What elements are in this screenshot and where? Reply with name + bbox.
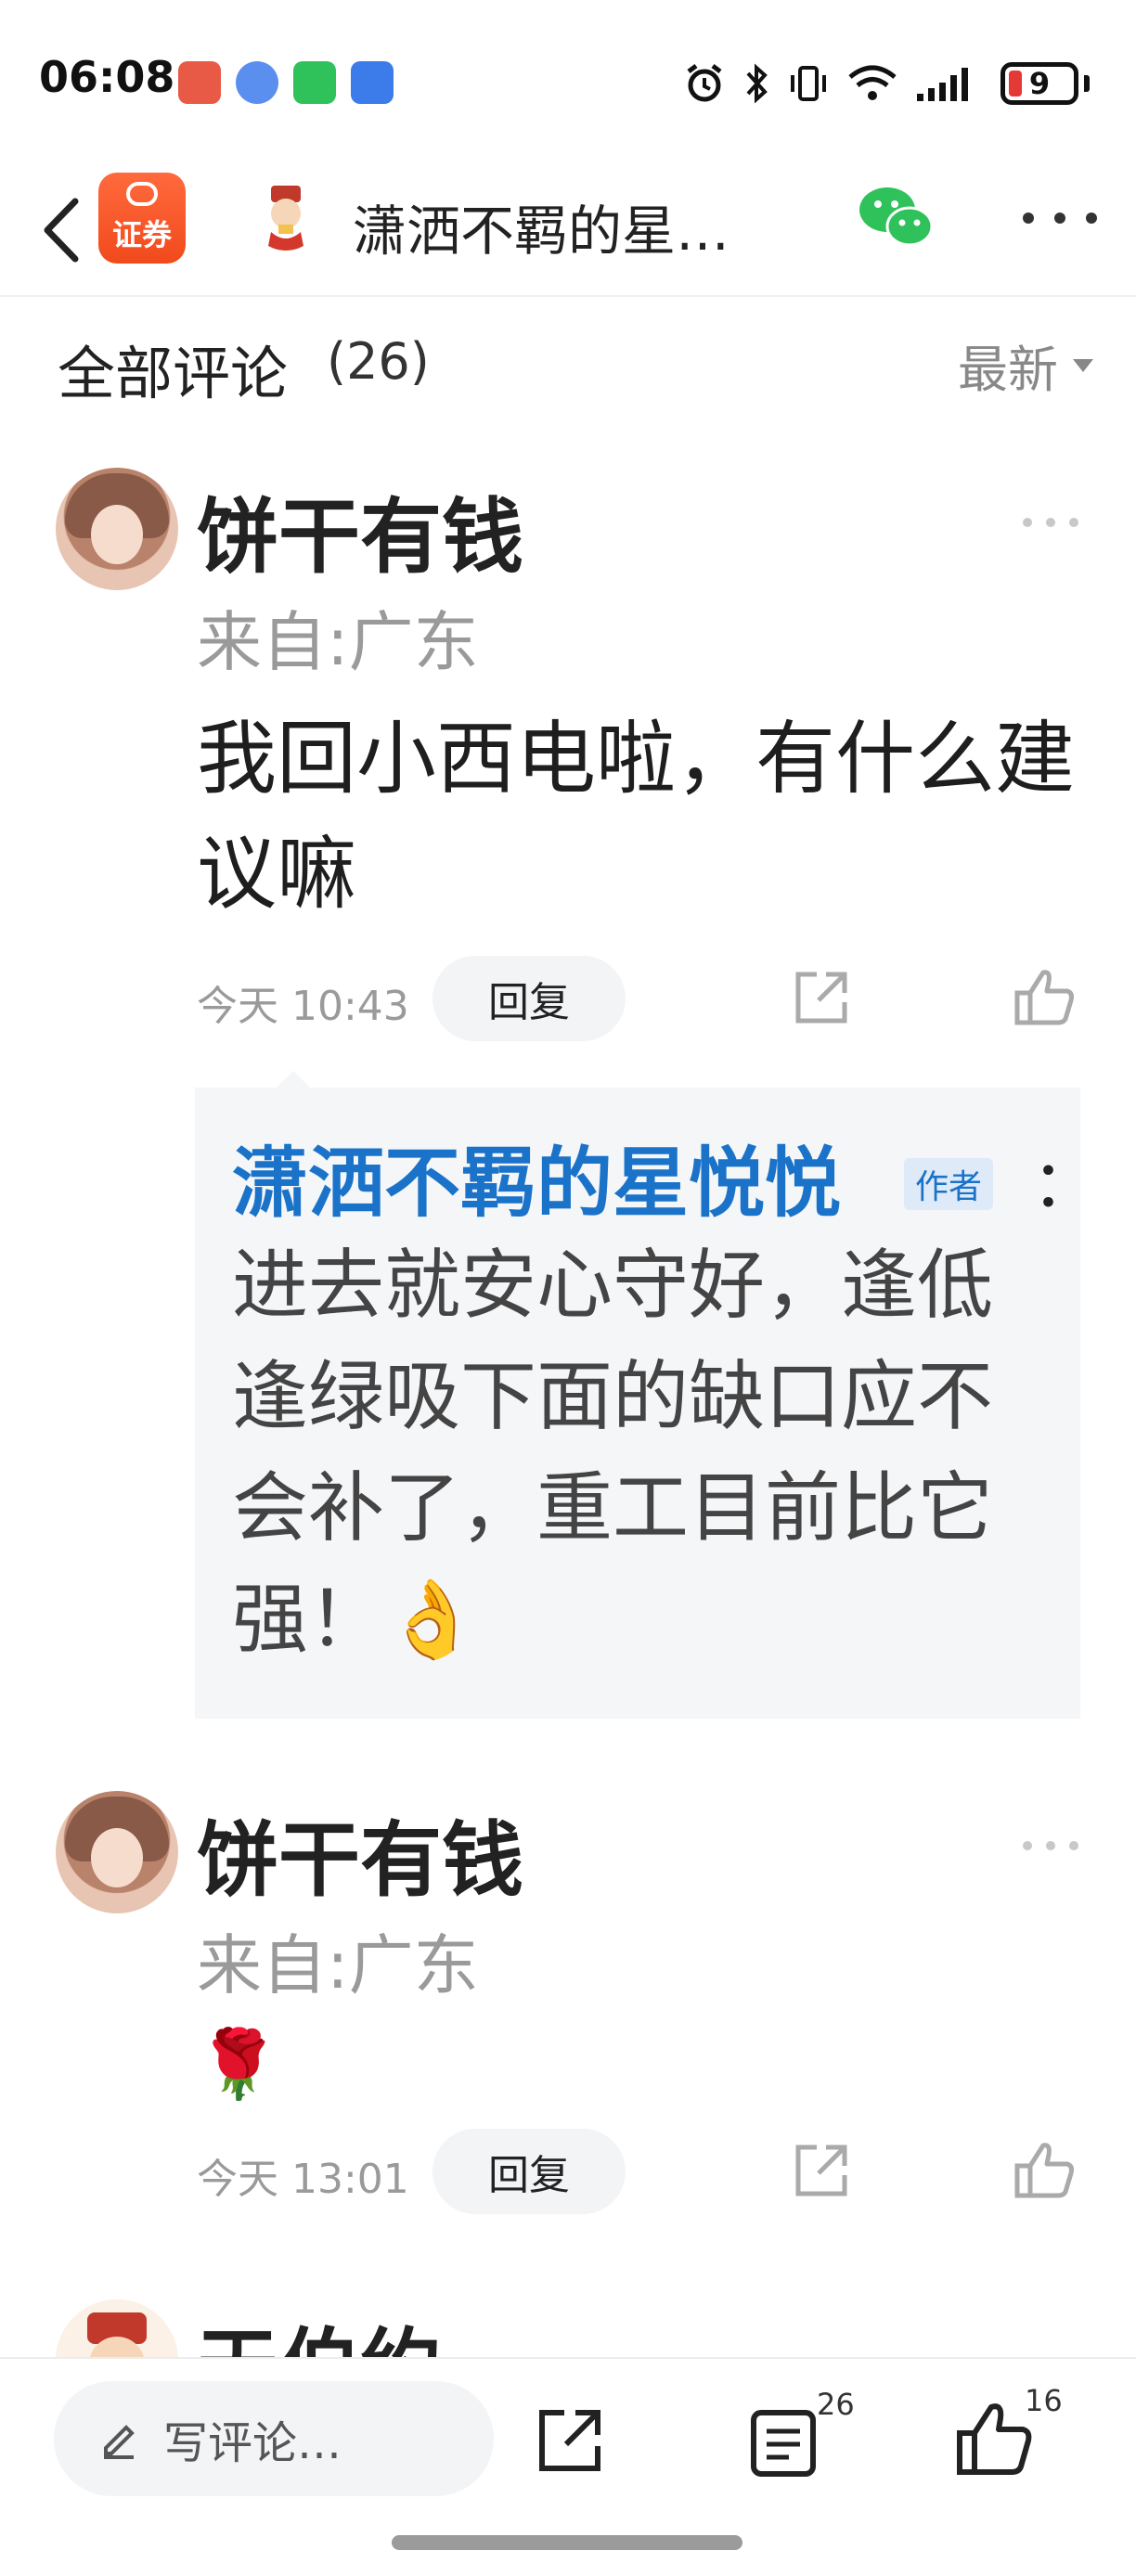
dot-icon <box>1046 1841 1055 1850</box>
status-indicators: 9 <box>683 58 1090 109</box>
comments-count-badge: 26 <box>817 2387 855 2422</box>
vibrate-icon <box>791 66 826 101</box>
wechat-notification-icon <box>293 61 336 104</box>
comment-location: 来自:广东 <box>197 604 479 680</box>
dot-icon <box>1069 1841 1078 1850</box>
comment-more-button[interactable] <box>1023 518 1078 531</box>
reply-button[interactable]: 回复 <box>432 2129 626 2214</box>
logo-bubble-icon <box>126 182 158 206</box>
comment-time: 今天 10:43 <box>197 983 409 1030</box>
more-dot-icon <box>1023 213 1034 224</box>
bluetooth-icon <box>746 63 768 104</box>
author-avatar[interactable] <box>251 180 321 251</box>
dot-icon <box>1046 518 1055 527</box>
dot-icon <box>1023 1841 1032 1850</box>
reply-text: 进去就安心守好，逢低逢绿吸下面的缺口应不会补了，重工目前比它强！👌 <box>232 1242 994 1664</box>
comment-username[interactable]: 饼干有钱 <box>197 471 523 589</box>
wechat-share-icon[interactable] <box>856 180 936 254</box>
security-app-notification-icon <box>351 61 394 104</box>
wifi-icon <box>848 65 897 100</box>
more-dot-icon <box>1054 213 1065 224</box>
home-indicator[interactable] <box>392 2535 742 2550</box>
author-reply[interactable]: 潇洒不羁的星悦悦 作者 ： 进去就安心守好，逢低逢绿吸下面的缺口应不会补了，重工… <box>195 1088 1097 1719</box>
more-options-button[interactable] <box>1023 195 1097 241</box>
like-icon[interactable] <box>1012 2138 1077 2203</box>
battery-level: 9 <box>1028 66 1051 101</box>
reply-author-name[interactable]: 潇洒不羁的星悦悦 <box>232 1121 841 1231</box>
more-dot-icon <box>1086 213 1097 224</box>
comment-text: 🌹 <box>197 2025 280 2103</box>
avatar[interactable] <box>56 1791 178 1913</box>
securities-app-logo[interactable]: 证券 <box>98 173 186 264</box>
share-icon[interactable] <box>789 2138 854 2203</box>
back-button[interactable] <box>28 193 93 267</box>
caret-down-icon <box>1073 358 1093 372</box>
comment-text: 我回小西电啦，有什么建议嘛 <box>197 713 1075 921</box>
sort-label: 最新 <box>958 341 1058 399</box>
video-app-notification-icon <box>178 61 221 104</box>
dot-icon <box>1069 518 1078 527</box>
author-badge: 作者 <box>904 1158 994 1210</box>
comment-more-button[interactable] <box>1023 1841 1078 1854</box>
sort-dropdown[interactable]: 最新 <box>958 328 1093 402</box>
chat-app-notification-icon <box>236 61 278 104</box>
status-time: 06:08 <box>39 52 175 102</box>
like-icon[interactable] <box>954 2400 1034 2479</box>
article-header: 证券 潇洒不羁的星… <box>0 167 1136 297</box>
like-icon[interactable] <box>1012 965 1077 1030</box>
share-icon[interactable] <box>533 2403 607 2478</box>
share-icon[interactable] <box>789 965 854 1030</box>
comments-icon[interactable] <box>748 2405 819 2479</box>
write-comment-input[interactable]: 写评论… <box>54 2381 494 2496</box>
comments-header: 全部评论 (26) 最新 <box>0 299 1136 429</box>
comment-username[interactable]: 饼干有钱 <box>197 1795 523 1913</box>
reply-button[interactable]: 回复 <box>432 956 626 1041</box>
logo-text: 证券 <box>111 217 172 252</box>
dot-icon <box>1023 518 1032 527</box>
comment-location: 来自:广东 <box>197 1927 479 2003</box>
signal-icon <box>917 68 968 101</box>
header-title: 潇洒不羁的星… <box>353 200 730 263</box>
battery-icon: 9 <box>1000 62 1078 105</box>
avatar[interactable] <box>56 468 178 590</box>
likes-count-badge: 16 <box>1025 2383 1063 2418</box>
comment-time: 今天 13:01 <box>197 2156 409 2203</box>
comment-input-placeholder: 写评论… <box>163 2417 342 2469</box>
comments-title: 全部评论 <box>58 340 289 407</box>
alarm-icon <box>687 64 722 102</box>
reply-colon: ： <box>1032 1146 1097 1222</box>
pencil-icon <box>104 2425 135 2459</box>
reply-box-arrow <box>275 1071 312 1089</box>
status-bar: 06:08 9 <box>0 0 1136 167</box>
chevron-left-icon <box>44 198 79 263</box>
battery-tip <box>1084 75 1090 92</box>
comments-count: (26) <box>327 332 430 391</box>
bottom-action-bar: 写评论… 26 16 <box>0 2357 1136 2576</box>
